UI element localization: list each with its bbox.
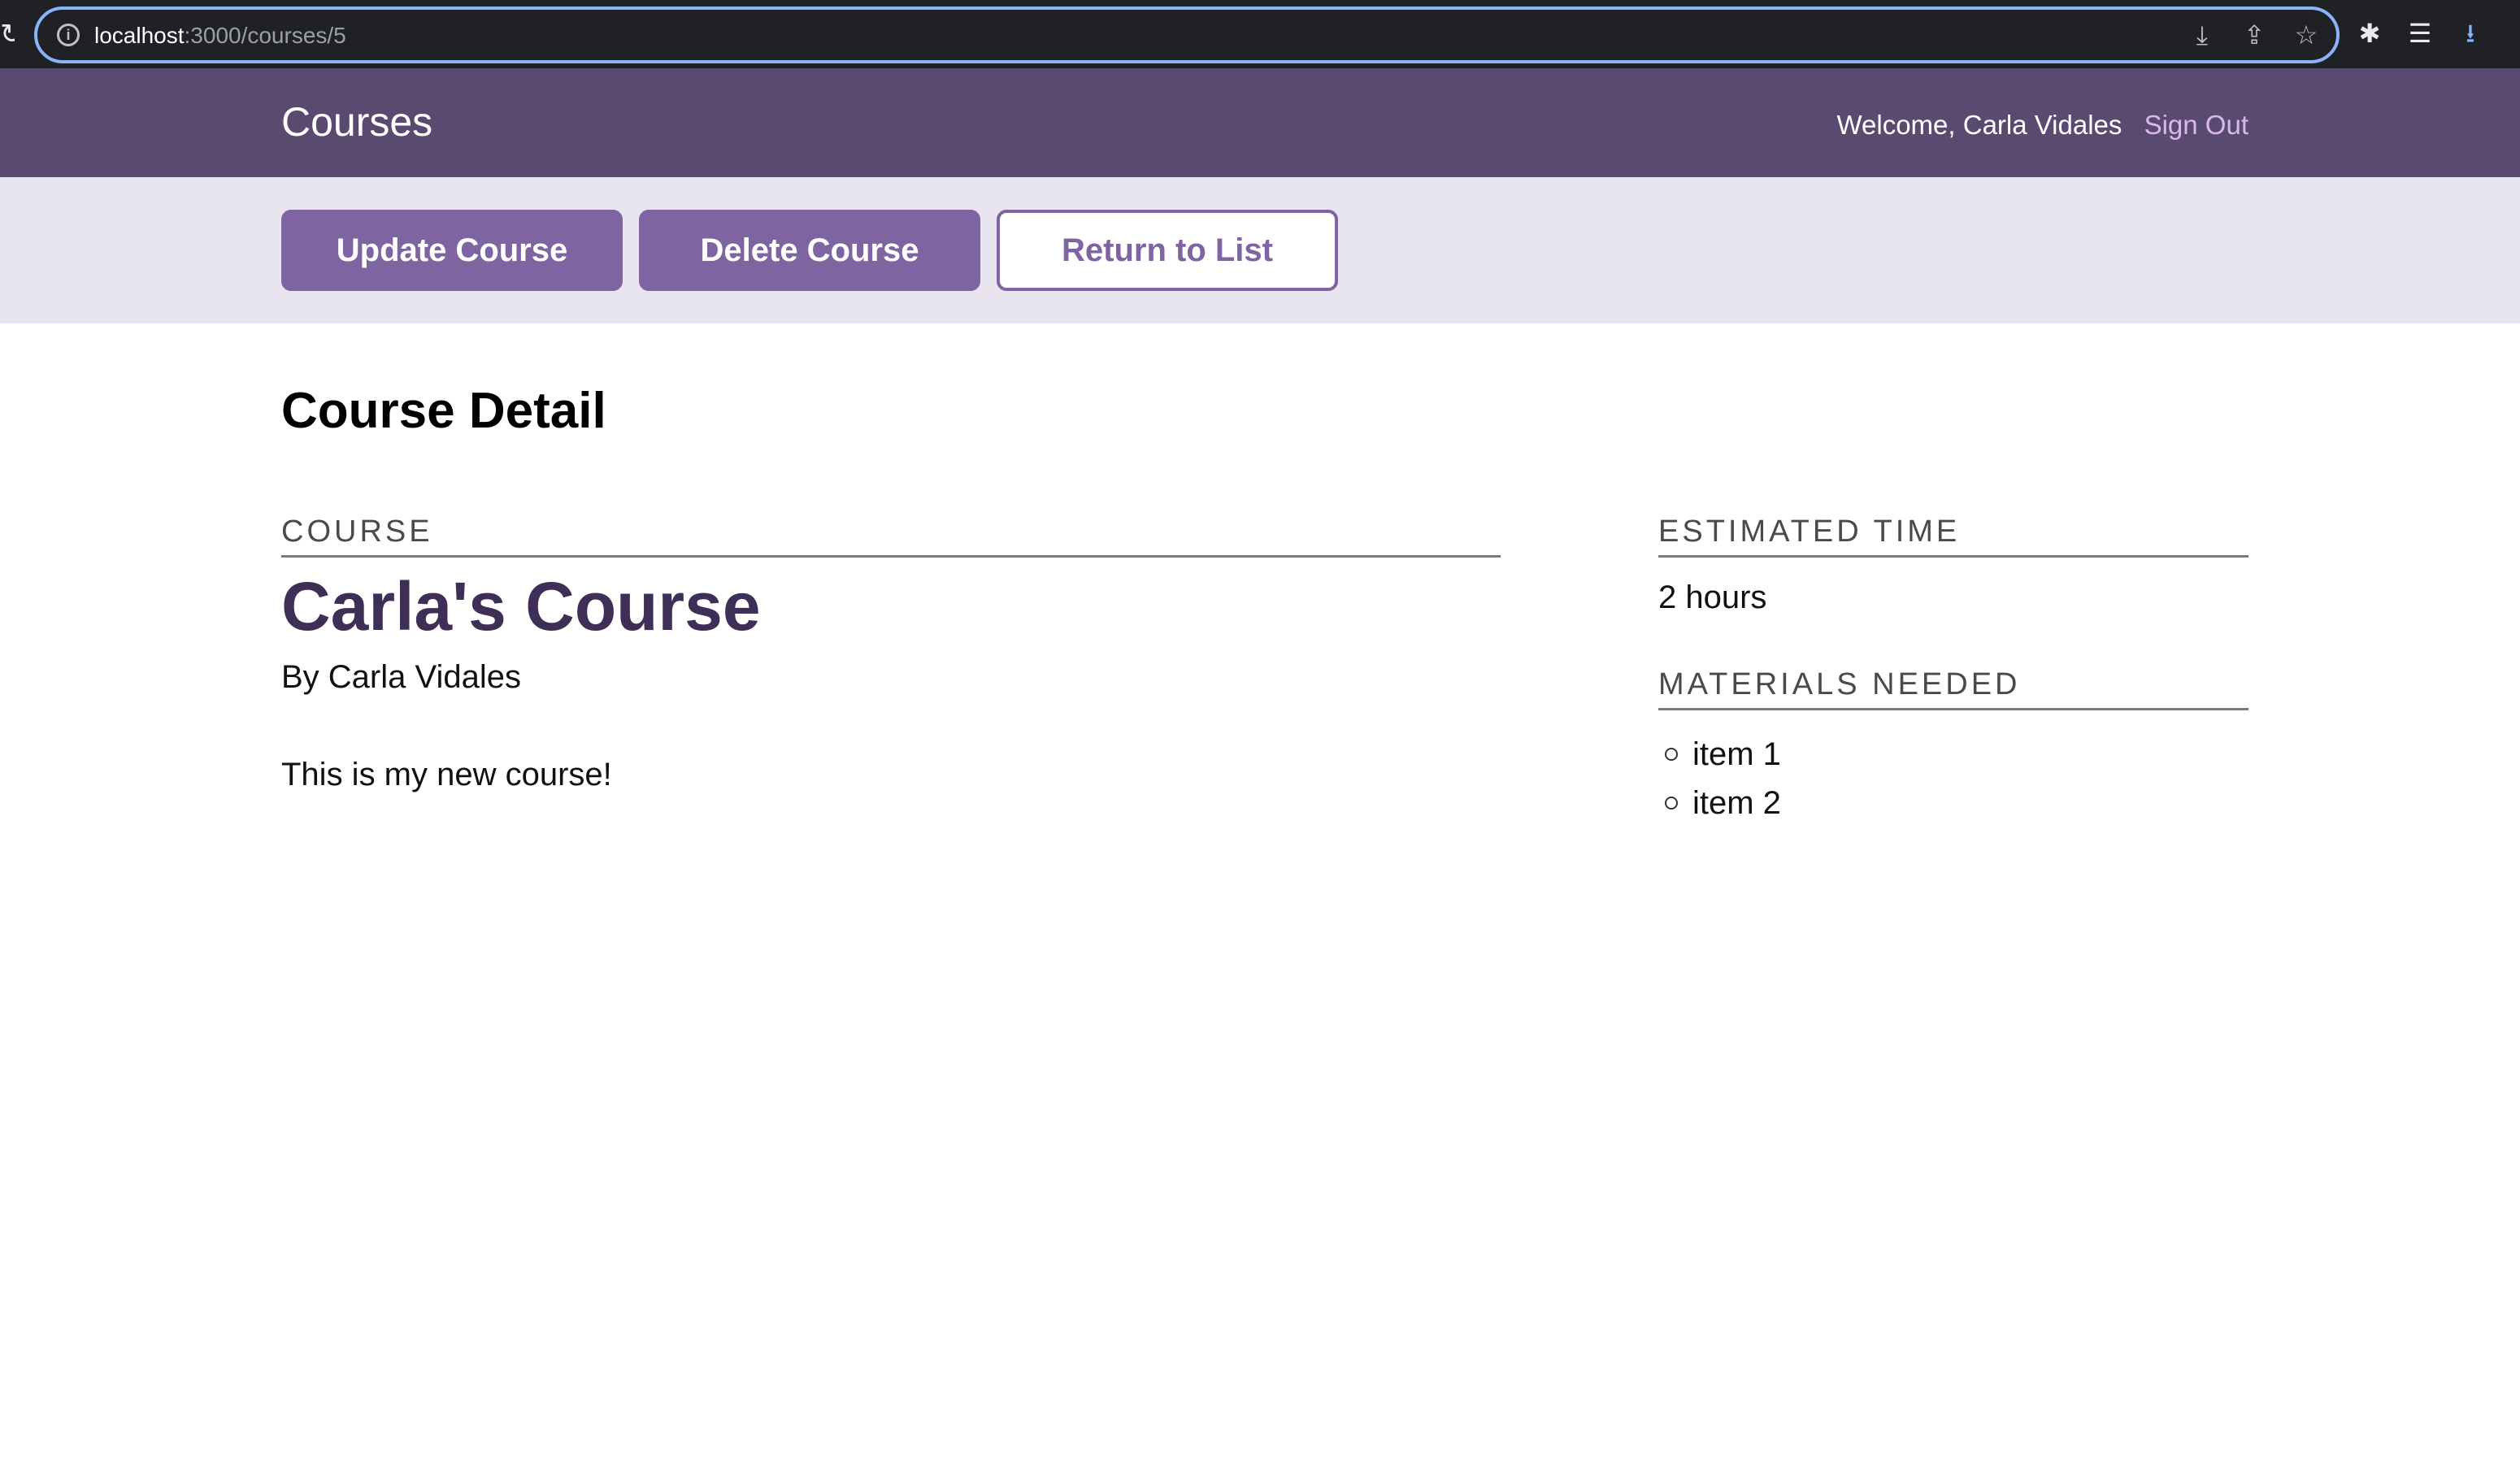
material-item: item 1 bbox=[1692, 736, 1781, 772]
bullet-icon bbox=[1665, 748, 1678, 761]
url-host: localhost bbox=[94, 23, 185, 48]
url-text[interactable]: localhost:3000/courses/5 bbox=[94, 21, 346, 50]
user-area: Welcome, Carla Vidales Sign Out bbox=[1836, 109, 2248, 141]
bullet-icon bbox=[1665, 797, 1678, 810]
welcome-text: Welcome, Carla Vidales bbox=[1836, 110, 2122, 140]
list-item: item 2 bbox=[1658, 779, 1781, 827]
site-header: Courses Welcome, Carla Vidales Sign Out bbox=[0, 68, 2520, 177]
materials-list: item 1 item 2 bbox=[1658, 730, 1781, 827]
course-section-label: Course bbox=[281, 514, 433, 549]
material-item: item 2 bbox=[1692, 785, 1781, 821]
materials-divider bbox=[1658, 708, 2248, 710]
course-author: By Carla Vidales bbox=[281, 659, 521, 695]
update-course-button[interactable]: Update Course bbox=[281, 210, 623, 291]
download-icon[interactable]: ⭳ bbox=[2455, 15, 2486, 52]
action-bar: Update Course Delete Course Return to Li… bbox=[0, 177, 2520, 323]
list-item: item 1 bbox=[1658, 730, 1781, 779]
sign-out-link[interactable]: Sign Out bbox=[2144, 110, 2248, 140]
course-divider bbox=[281, 555, 1501, 558]
share-icon[interactable]: ⇪ bbox=[2239, 16, 2270, 54]
estimated-time-divider bbox=[1658, 555, 2248, 558]
star-icon[interactable]: ☆ bbox=[2291, 16, 2322, 54]
address-bar[interactable]: i localhost:3000/courses/5 ⤓ ⇪ ☆ bbox=[34, 7, 2340, 63]
browser-toolbar: ↻ i localhost:3000/courses/5 ⤓ ⇪ ☆ ✱ ☰ ⭳ bbox=[0, 0, 2520, 68]
estimated-time-label: Estimated Time bbox=[1658, 514, 1961, 549]
course-description: This is my new course! bbox=[281, 757, 612, 792]
brand-title[interactable]: Courses bbox=[281, 98, 432, 146]
puzzle-icon[interactable]: ✱ bbox=[2354, 15, 2385, 52]
page-title: Course Detail bbox=[281, 383, 606, 439]
info-icon[interactable]: i bbox=[57, 24, 80, 46]
install-icon[interactable]: ⤓ bbox=[2187, 16, 2218, 54]
reload-icon[interactable]: ↻ bbox=[0, 18, 15, 50]
materials-label: Materials Needed bbox=[1658, 667, 2021, 701]
url-path: :3000/courses/5 bbox=[184, 23, 346, 48]
media-icon[interactable]: ☰ bbox=[2405, 15, 2435, 52]
course-title: Carla's Course bbox=[281, 568, 761, 645]
estimated-time-value: 2 hours bbox=[1658, 580, 1767, 615]
return-to-list-button[interactable]: Return to List bbox=[997, 210, 1338, 291]
delete-course-button[interactable]: Delete Course bbox=[639, 210, 980, 291]
